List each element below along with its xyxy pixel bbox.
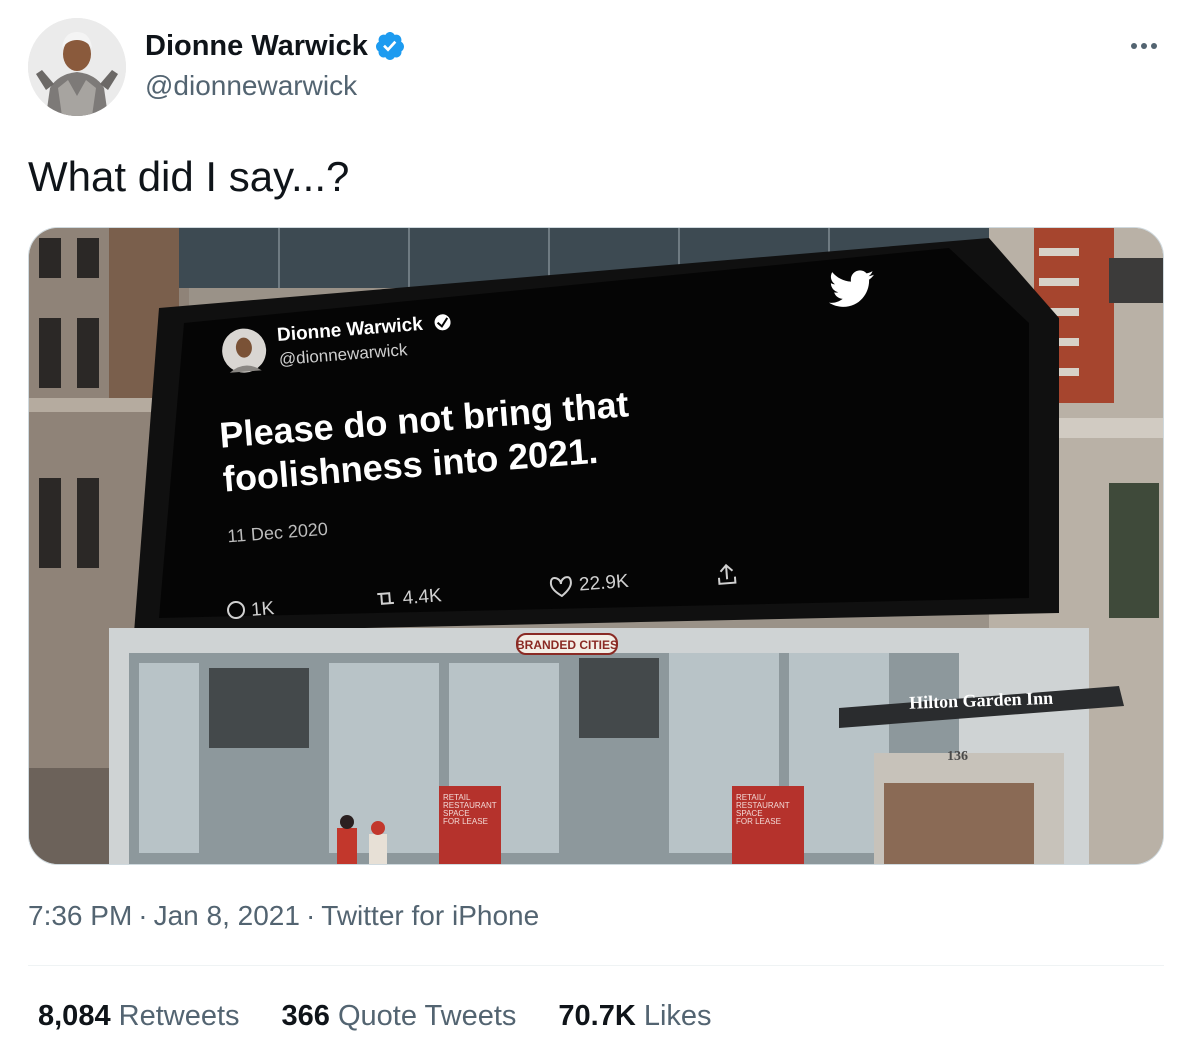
stats-divider — [28, 965, 1164, 966]
author-handle[interactable]: @dionnewarwick — [145, 68, 357, 104]
author-display-name[interactable]: Dionne Warwick — [145, 28, 368, 64]
lease-sign-right-line4: FOR LEASE — [736, 817, 781, 826]
author-avatar[interactable] — [28, 18, 126, 116]
retweets-label: Retweets — [118, 1000, 240, 1032]
verified-badge-icon — [375, 32, 404, 60]
billboard-photo: Dionne Warwick @dionnewarwick Please do … — [29, 228, 1163, 864]
quote-tweets-stat[interactable]: 366 Quote Tweets — [282, 996, 517, 1036]
author-name-row[interactable]: Dionne Warwick — [145, 28, 406, 64]
tweet-text: What did I say...? — [28, 153, 350, 200]
quote-tweets-label: Quote Tweets — [337, 1000, 517, 1032]
engagement-stats: 8,084 Retweets 366 Quote Tweets 70.7K Li… — [38, 996, 712, 1036]
billboard-retweet-count: 4.4K — [402, 585, 443, 609]
tweet-media-photo[interactable]: Dionne Warwick @dionnewarwick Please do … — [28, 227, 1164, 865]
branded-cities-sign: BRANDED CITIES — [516, 638, 618, 652]
tweet-time[interactable]: 7:36 PM — [28, 900, 132, 931]
likes-stat[interactable]: 70.7K Likes — [558, 996, 711, 1036]
tweet-source[interactable]: Twitter for iPhone — [321, 900, 539, 931]
billboard-reply-count: 1K — [250, 598, 275, 621]
tweet-metadata: 7:36 PM · Jan 8, 2021 · Twitter for iPhone — [28, 896, 539, 936]
quote-tweets-count: 366 — [281, 1000, 330, 1032]
tweet-date[interactable]: Jan 8, 2021 — [154, 900, 300, 931]
likes-count: 70.7K — [558, 1000, 636, 1032]
avatar-image — [28, 18, 126, 116]
retweets-count: 8,084 — [38, 1000, 111, 1032]
meta-separator: · — [138, 900, 148, 931]
likes-label: Likes — [643, 1000, 712, 1032]
building-number: 136 — [947, 749, 968, 764]
lease-sign-left-line4: FOR LEASE — [443, 817, 488, 826]
meta-separator-2: · — [305, 900, 316, 931]
more-options-icon[interactable] — [1126, 28, 1162, 64]
billboard-like-count: 22.9K — [578, 571, 629, 596]
retweets-stat[interactable]: 8,084 Retweets — [38, 996, 240, 1036]
